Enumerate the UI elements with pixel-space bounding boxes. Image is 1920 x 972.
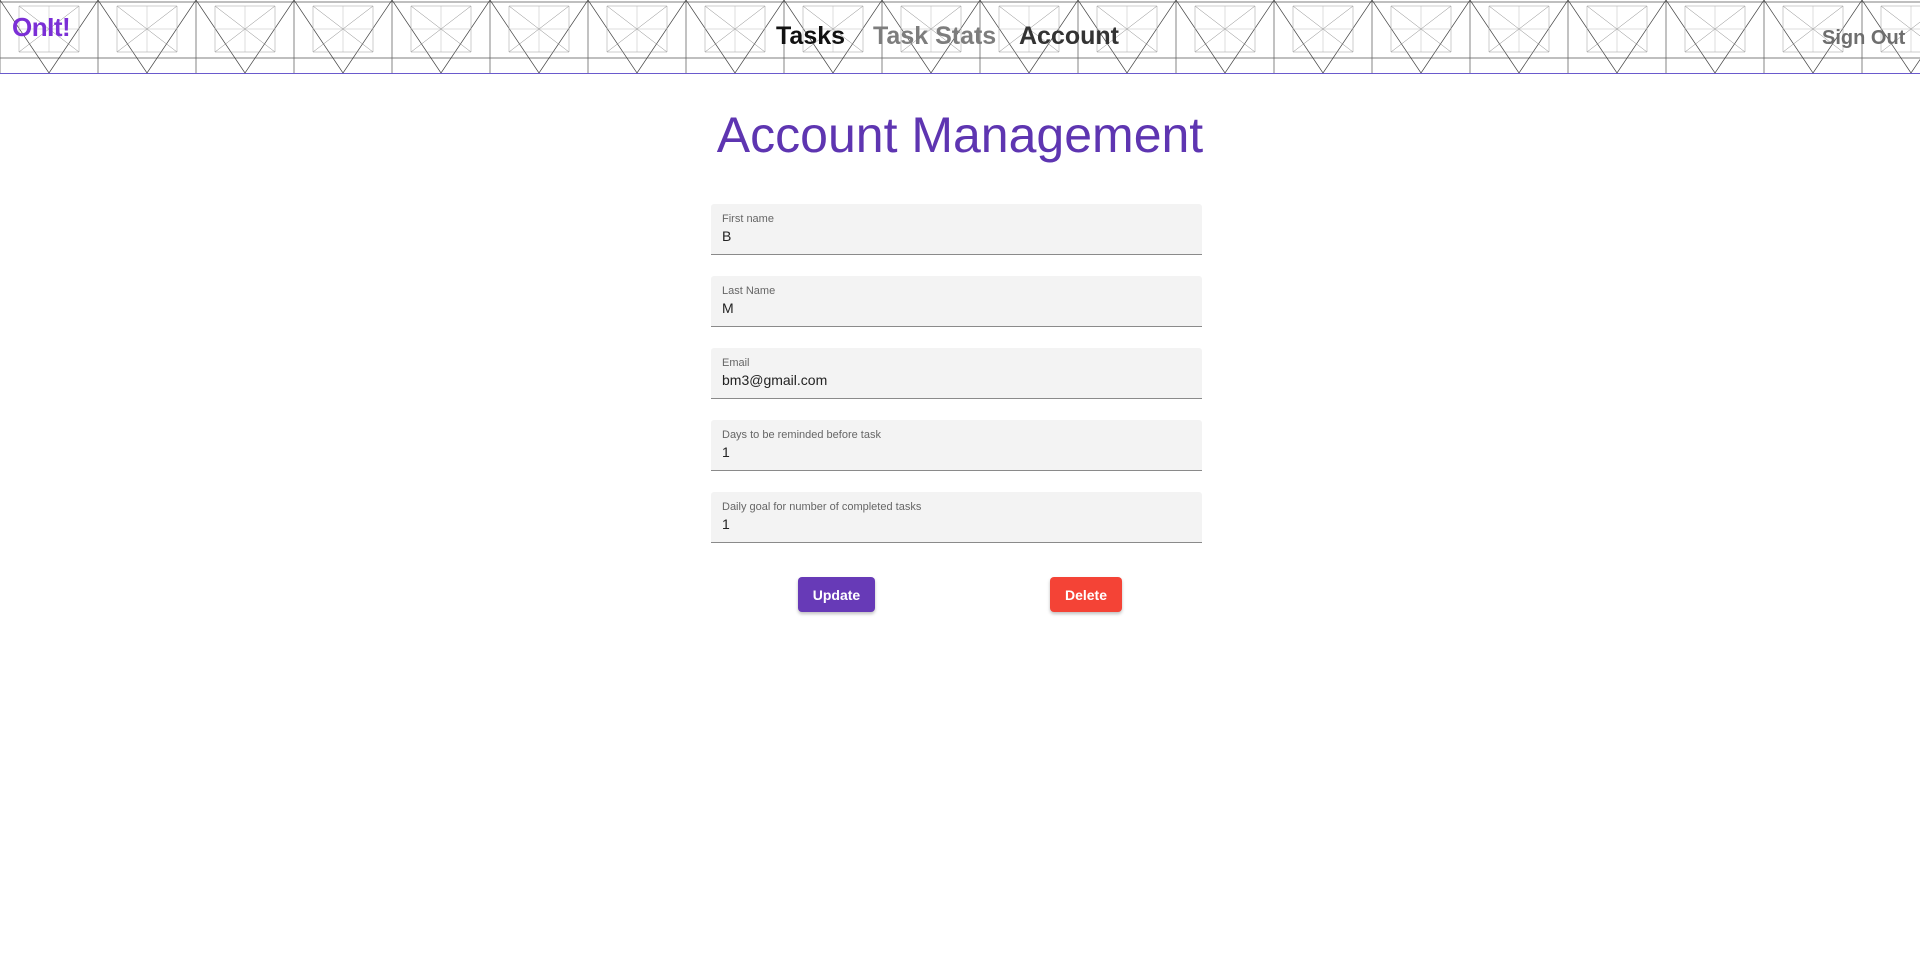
reminder-days-value[interactable]: 1 — [722, 444, 730, 460]
daily-goal-label: Daily goal for number of completed tasks — [722, 501, 922, 513]
sign-out-link[interactable]: Sign Out — [1822, 27, 1905, 50]
daily-goal-field[interactable]: Daily goal for number of completed tasks… — [711, 492, 1202, 543]
update-button[interactable]: Update — [798, 577, 875, 612]
brand-logo[interactable]: OnIt! — [12, 12, 71, 43]
daily-goal-value[interactable]: 1 — [722, 516, 730, 532]
top-header: OnIt! Tasks Task Stats Account Sign Out — [0, 0, 1920, 74]
nav-tasks[interactable]: Tasks — [776, 22, 845, 51]
reminder-days-field[interactable]: Days to be reminded before task 1 — [711, 420, 1202, 471]
last-name-value[interactable]: M — [722, 300, 734, 316]
delete-button[interactable]: Delete — [1050, 577, 1122, 612]
nav-account[interactable]: Account — [1019, 22, 1119, 51]
reminder-days-label: Days to be reminded before task — [722, 429, 881, 441]
first-name-field[interactable]: First name B — [711, 204, 1202, 255]
last-name-field[interactable]: Last Name M — [711, 276, 1202, 327]
nav-task-stats[interactable]: Task Stats — [873, 22, 996, 51]
first-name-label: First name — [722, 213, 774, 225]
first-name-value[interactable]: B — [722, 228, 731, 244]
email-field[interactable]: Email bm3@gmail.com — [711, 348, 1202, 399]
page-title: Account Management — [716, 107, 1204, 163]
email-label: Email — [722, 357, 750, 369]
last-name-label: Last Name — [722, 285, 776, 297]
email-value[interactable]: bm3@gmail.com — [722, 372, 827, 388]
